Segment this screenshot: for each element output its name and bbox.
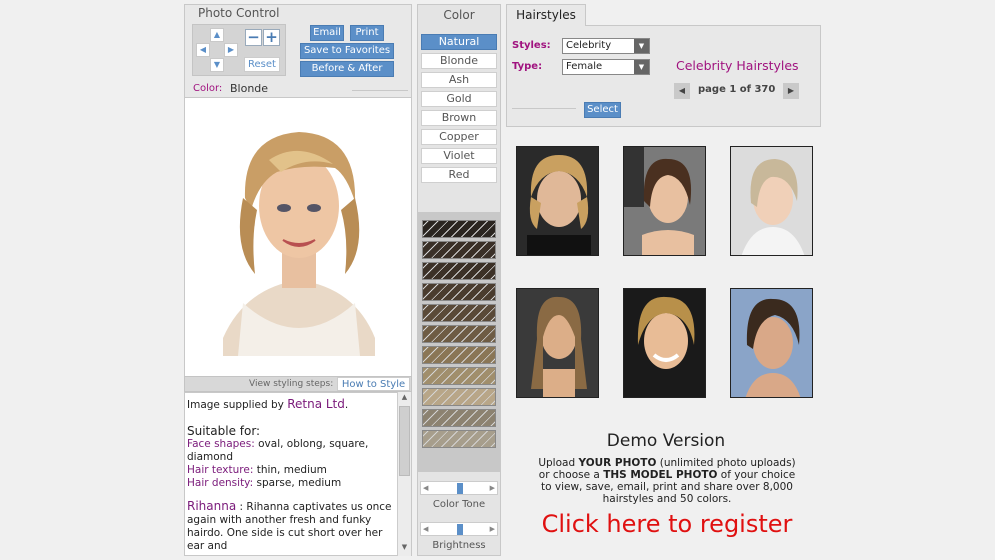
hairstyles-heading: Celebrity Hairstyles [676, 58, 799, 73]
color-swatch[interactable] [422, 304, 496, 322]
slider-thumb[interactable] [457, 524, 463, 535]
model-photo-image [223, 132, 375, 356]
view-steps-label: View styling steps: [249, 379, 334, 389]
register-link[interactable]: Click here to register [506, 510, 828, 538]
zoom-out-button[interactable]: − [245, 29, 262, 46]
pan-down-icon[interactable]: ▼ [210, 58, 224, 72]
hairstyle-thumbnail-image [527, 155, 591, 255]
color-option-copper[interactable]: Copper [421, 129, 497, 145]
divider [512, 108, 576, 109]
color-option-red[interactable]: Red [421, 167, 497, 183]
styles-select[interactable]: Celebrity ▼ [562, 38, 650, 54]
hairstyle-thumbnail[interactable] [623, 288, 706, 398]
color-value: Blonde [230, 82, 269, 95]
chevron-down-icon[interactable]: ▼ [634, 60, 649, 74]
pan-left-icon[interactable]: ◀ [196, 43, 210, 57]
before-after-button[interactable]: Before & After [300, 61, 394, 77]
hairstyle-thumbnail-image [637, 296, 695, 369]
hairstyle-thumbnail-image [745, 298, 801, 397]
hairstyle-thumbnail[interactable] [730, 288, 813, 398]
chevron-down-icon[interactable]: ▼ [634, 39, 649, 53]
zoom-in-button[interactable]: + [263, 29, 280, 46]
color-tone-slider[interactable]: ◀ ▶ [420, 481, 498, 495]
color-swatch[interactable] [422, 388, 496, 406]
brightness-slider[interactable]: ◀ ▶ [420, 522, 498, 536]
supplied-by-line: Image supplied by Retna Ltd. [187, 397, 349, 412]
demo-line: Upload YOUR PHOTO (unlimited photo uploa… [538, 457, 796, 469]
slider-right-icon[interactable]: ▶ [490, 482, 495, 494]
next-page-icon[interactable]: ▶ [783, 83, 799, 99]
color-option-brown[interactable]: Brown [421, 110, 497, 126]
hairstyle-thumbnail[interactable] [516, 146, 599, 256]
styles-label: Styles: [512, 40, 551, 51]
color-swatch[interactable] [422, 409, 496, 427]
divider [352, 90, 408, 91]
color-swatch[interactable] [422, 367, 496, 385]
pan-right-icon[interactable]: ▶ [224, 43, 238, 57]
prev-page-icon[interactable]: ◀ [674, 83, 690, 99]
select-button[interactable]: Select [584, 102, 621, 118]
color-panel-title: Color [443, 8, 475, 22]
color-swatch[interactable] [422, 430, 496, 448]
scroll-thumb[interactable] [399, 406, 410, 476]
scroll-down-icon[interactable]: ▼ [399, 543, 410, 555]
type-select[interactable]: Female ▼ [562, 59, 650, 75]
hairstyles-filter-panel [506, 25, 821, 127]
hairstyle-thumbnail-image [624, 147, 694, 255]
color-swatch[interactable] [422, 346, 496, 364]
reset-button[interactable]: Reset [244, 57, 280, 72]
color-swatch[interactable] [422, 220, 496, 238]
color-swatch[interactable] [422, 325, 496, 343]
description-scrollbar[interactable]: ▲ ▼ [397, 392, 411, 556]
color-option-gold[interactable]: Gold [421, 91, 497, 107]
hairstyle-thumbnail-image [531, 296, 587, 397]
supplier-link[interactable]: Retna Ltd [287, 397, 345, 411]
description-box[interactable]: Image supplied by Retna Ltd. Suitable fo… [184, 392, 412, 556]
demo-title: Demo Version [606, 431, 726, 451]
hairstyle-thumbnail[interactable] [516, 288, 599, 398]
face-shapes: Face shapes: oval, oblong, square, diamo… [187, 438, 369, 463]
how-to-style-button[interactable]: How to Style [337, 377, 410, 391]
color-option-violet[interactable]: Violet [421, 148, 497, 164]
photo-control-title: Photo Control [198, 6, 280, 20]
hairstyle-thumbnail-image [741, 159, 805, 255]
demo-line: to view, save, email, print and share ov… [541, 481, 793, 493]
tab-hairstyles[interactable]: Hairstyles [506, 4, 586, 26]
demo-description: Upload YOUR PHOTO (unlimited photo uploa… [506, 457, 828, 505]
pan-up-icon[interactable]: ▲ [210, 28, 224, 42]
email-button[interactable]: Email [310, 25, 344, 41]
color-tone-label: Color Tone [432, 499, 486, 510]
color-option-blonde[interactable]: Blonde [421, 53, 497, 69]
color-swatch[interactable] [422, 241, 496, 259]
slider-thumb[interactable] [457, 483, 463, 494]
save-favorites-button[interactable]: Save to Favorites [300, 43, 394, 59]
color-swatch[interactable] [422, 262, 496, 280]
hairstyle-thumbnail[interactable] [730, 146, 813, 256]
scroll-up-icon[interactable]: ▲ [399, 393, 410, 405]
color-label: Color: [193, 83, 223, 94]
color-option-ash[interactable]: Ash [421, 72, 497, 88]
color-option-natural[interactable]: Natural [421, 34, 497, 50]
slider-left-icon[interactable]: ◀ [423, 523, 428, 535]
type-label: Type: [512, 61, 543, 72]
celebrity-note: Rihanna : Rihanna captivates us once aga… [187, 499, 392, 553]
hair-density: Hair density: sparse, medium [187, 477, 342, 489]
page-indicator: page 1 of 370 [698, 84, 776, 95]
hairstyle-thumbnail[interactable] [623, 146, 706, 256]
demo-line: or choose a THS MODEL PHOTO of your choi… [538, 469, 796, 481]
demo-line: hairstyles and 50 colors. [602, 493, 732, 505]
color-swatch[interactable] [422, 283, 496, 301]
slider-left-icon[interactable]: ◀ [423, 482, 428, 494]
brightness-label: Brightness [432, 540, 486, 551]
model-photo [184, 98, 412, 376]
slider-right-icon[interactable]: ▶ [490, 523, 495, 535]
hair-texture: Hair texture: thin, medium [187, 464, 327, 476]
suitable-heading: Suitable for: [187, 424, 261, 438]
print-button[interactable]: Print [350, 25, 384, 41]
